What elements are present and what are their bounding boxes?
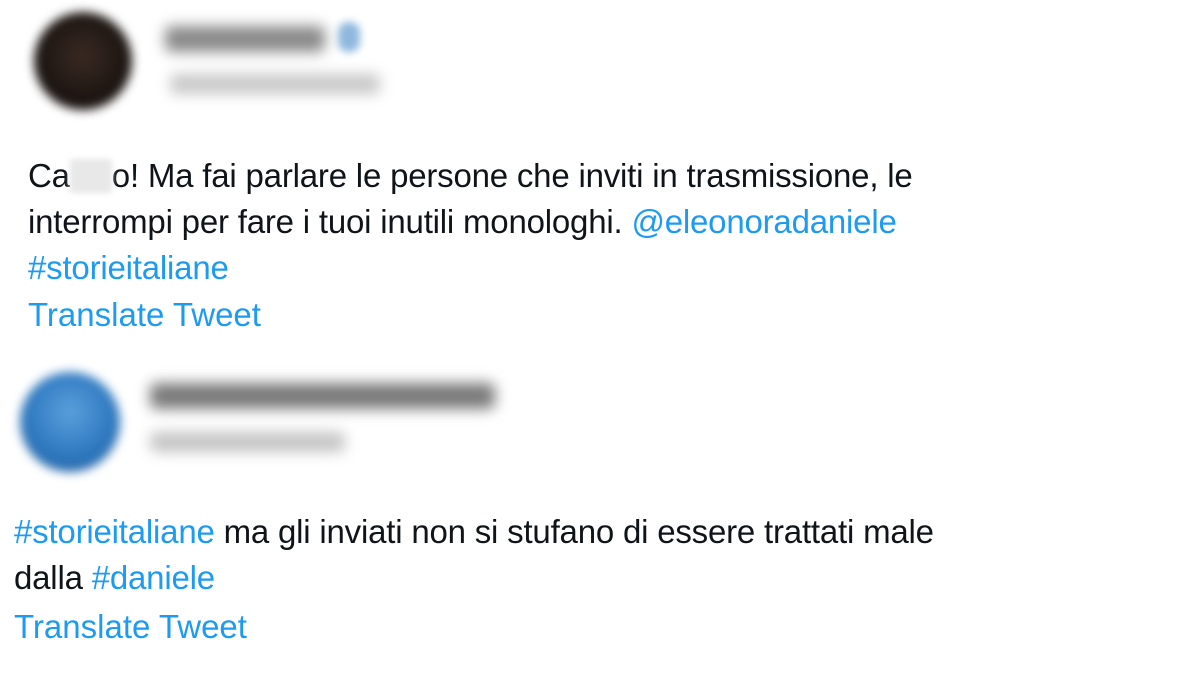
user-avatar-2[interactable] <box>20 372 120 472</box>
user-handle-1-blurred[interactable] <box>170 74 380 94</box>
censor-mask <box>69 159 112 193</box>
tweet-1: Ca o! Ma fai parlare le persone che invit… <box>0 0 1200 350</box>
tweet-2-line-1: #storieitaliane ma gli inviati non si st… <box>14 508 934 556</box>
mention-link[interactable]: @eleonoradaniele <box>631 203 896 240</box>
translate-tweet-link[interactable]: Translate Tweet <box>28 296 261 334</box>
tweet-1-line-3: #storieitaliane <box>28 244 229 292</box>
tweet-1-line-1: Ca o! Ma fai parlare le persone che invit… <box>28 152 913 200</box>
user-avatar-1[interactable] <box>34 12 132 110</box>
hashtag-link-2[interactable]: #daniele <box>92 559 215 596</box>
hashtag-link[interactable]: #storieitaliane <box>28 249 229 286</box>
user-handle-2-blurred[interactable] <box>150 432 345 452</box>
translate-tweet-link[interactable]: Translate Tweet <box>14 608 247 646</box>
tweet-1-text-rest: o! Ma fai parlare le persone che inviti … <box>111 157 913 194</box>
hashtag-link[interactable]: #storieitaliane <box>14 513 215 550</box>
tweet-2: #storieitaliane ma gli inviati non si st… <box>0 350 1200 674</box>
user-name-2-blurred[interactable] <box>150 383 495 409</box>
verified-badge-icon <box>338 22 360 52</box>
tweet-1-text-prefix: Ca <box>28 157 70 194</box>
tweet-2-text-line-1: ma gli inviati non si stufano di essere … <box>214 513 934 550</box>
tweet-1-text-line-2: interrompi per fare i tuoi inutili monol… <box>28 203 632 240</box>
tweet-2-line-2: dalla #daniele <box>14 554 215 602</box>
user-name-1-blurred[interactable] <box>165 26 325 52</box>
tweet-2-text-line-2: dalla <box>14 559 92 596</box>
tweet-1-line-2: interrompi per fare i tuoi inutili monol… <box>28 198 897 246</box>
